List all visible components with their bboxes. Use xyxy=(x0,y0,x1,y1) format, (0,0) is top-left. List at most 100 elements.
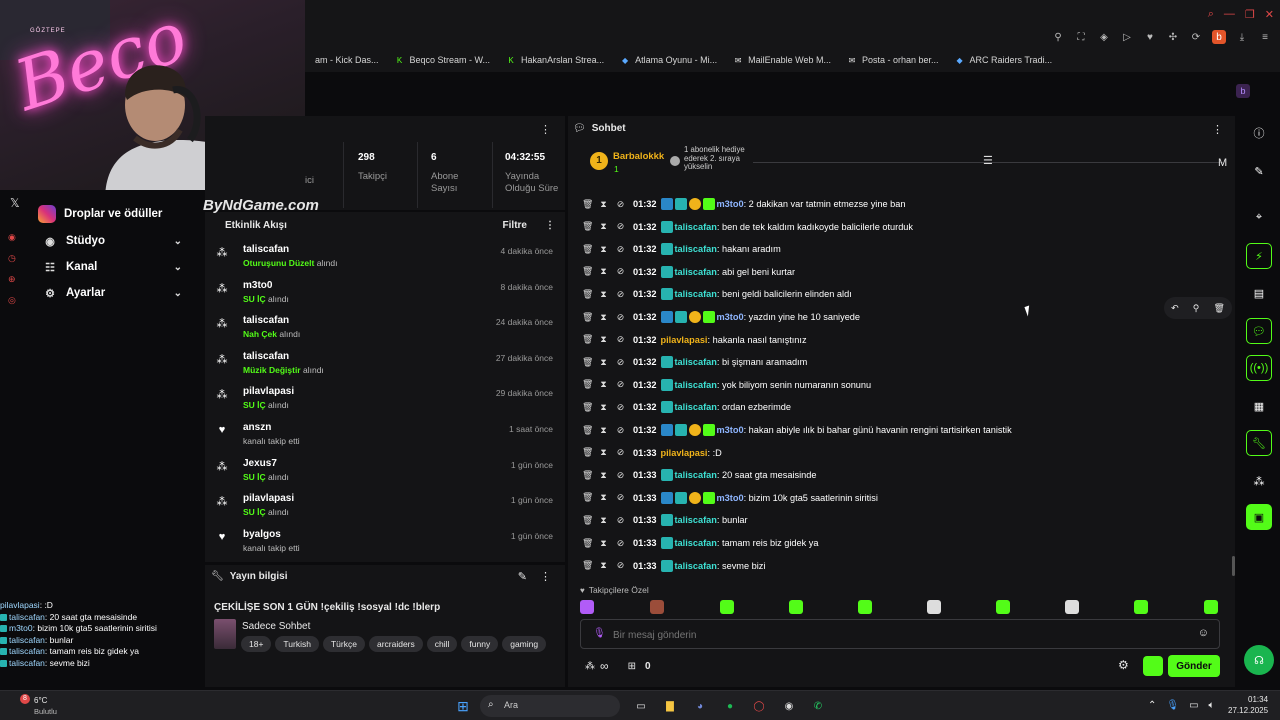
search-icon[interactable]: ⌕ xyxy=(1208,8,1214,21)
delete-icon[interactable]: 🗑︎ xyxy=(582,221,593,232)
message-user[interactable]: taliscafan xyxy=(675,222,717,232)
delete-icon[interactable]: 🗑︎ xyxy=(582,560,593,571)
pin-icon[interactable]: ⚲ xyxy=(1051,30,1065,44)
chat-message[interactable]: 🗑︎ ⧗ ⊘ 01:32 taliscafan: yok biliyom senin n… xyxy=(582,374,871,396)
activity-user[interactable]: byalgos xyxy=(243,523,557,540)
stream-tag[interactable]: Türkçe xyxy=(322,636,365,652)
message-user[interactable]: taliscafan xyxy=(675,380,717,390)
taskbar-search[interactable]: ⌕ Ara xyxy=(480,695,620,717)
opera-icon[interactable]: ◯ xyxy=(750,697,768,715)
chat-message[interactable]: 🗑︎ ⧗ ⊘ 01:32 m3to0: hakan abiyle ılık bi bah… xyxy=(582,419,1012,441)
ban-icon[interactable]: ⊘ xyxy=(616,470,625,481)
message-user[interactable]: taliscafan xyxy=(675,561,717,571)
pencil-icon[interactable]: ✎ xyxy=(1246,158,1272,184)
whatsapp-icon[interactable]: ✆ xyxy=(809,697,827,715)
delete-icon[interactable]: 🗑︎ xyxy=(582,425,593,436)
message-user[interactable]: taliscafan xyxy=(675,357,717,367)
discord-icon[interactable]: ◕ xyxy=(691,697,709,715)
kick-logo-icon[interactable]: b xyxy=(1236,84,1250,98)
info-icon[interactable]: ⓘ xyxy=(1246,120,1272,146)
message-user[interactable]: m3to0 xyxy=(717,199,744,209)
delete-icon[interactable]: 🗑︎ xyxy=(582,447,593,458)
emote-icon[interactable] xyxy=(1065,600,1079,614)
emoji-icon[interactable]: ☺ xyxy=(1198,627,1209,639)
chat-message[interactable]: 🗑︎ ⧗ ⊘ 01:32 taliscafan: ordan ezberimde xyxy=(582,396,791,418)
chat-scrollbar[interactable] xyxy=(1232,556,1235,576)
obs-icon[interactable]: ◉ xyxy=(780,697,798,715)
spotify-icon[interactable]: ● xyxy=(721,697,739,715)
bookmark-item[interactable]: K Beqco Stream - W... xyxy=(387,55,499,65)
chat-message[interactable]: 🗑︎ ⧗ ⊘ 01:32 taliscafan: beni geldi balicile… xyxy=(582,283,852,305)
volume-icon[interactable]: 🔈︎ xyxy=(1209,700,1215,711)
message-user[interactable]: taliscafan xyxy=(675,538,717,548)
leader-name[interactable]: Barbalokkk xyxy=(613,151,664,162)
chat-message[interactable]: 🗑︎ ⧗ ⊘ 01:32 taliscafan: abi gel beni kurtar xyxy=(582,261,795,283)
timeout-icon[interactable]: ⧗ xyxy=(599,538,608,549)
wrench-icon[interactable]: 🔧︎ xyxy=(1246,430,1272,456)
lightning-icon[interactable]: ⚡︎ xyxy=(1246,243,1272,269)
layout-icon[interactable]: ▦ xyxy=(1246,393,1272,419)
timeout-icon[interactable]: ⧗ xyxy=(599,357,608,368)
send-button[interactable]: Gönder xyxy=(1168,655,1220,677)
ban-icon[interactable]: ⊘ xyxy=(616,221,625,232)
record-icon[interactable]: ◉ xyxy=(8,232,16,243)
ban-icon[interactable]: ⊘ xyxy=(616,538,625,549)
emote-icon[interactable] xyxy=(1134,600,1148,614)
target-icon[interactable]: ⌖ xyxy=(1246,204,1272,230)
ban-icon[interactable]: ⊘ xyxy=(616,334,625,345)
delete-icon[interactable]: 🗑︎ xyxy=(582,470,593,481)
timeout-icon[interactable]: ⧗ xyxy=(599,312,608,323)
delete-icon[interactable]: 🗑︎ xyxy=(1213,303,1224,314)
bookmark-item[interactable]: K HakanArslan Strea... xyxy=(498,55,612,65)
emote-icon[interactable] xyxy=(580,600,594,614)
emote-icon[interactable] xyxy=(720,600,734,614)
message-user[interactable]: pilavlapasi xyxy=(661,448,708,458)
timeout-icon[interactable]: ⧗ xyxy=(599,402,608,413)
emote-icon[interactable] xyxy=(650,600,664,614)
ban-icon[interactable]: ⊘ xyxy=(616,515,625,526)
ban-icon[interactable]: ⊘ xyxy=(616,199,625,210)
menu-icon[interactable]: ≡ xyxy=(1258,30,1272,44)
edit-icon[interactable]: ✎ xyxy=(518,570,527,583)
chat-message[interactable]: 🗑︎ ⧗ ⊘ 01:32 pilavlapasi: hakanla nasıl tanı… xyxy=(582,329,807,351)
delete-icon[interactable]: 🗑︎ xyxy=(582,312,593,323)
more-icon[interactable]: ⋮ xyxy=(1212,123,1223,136)
sidebar-item-ayarlar[interactable]: ⚙ Ayarlar ⌄ xyxy=(44,280,194,306)
ban-icon[interactable]: ⊘ xyxy=(616,379,625,390)
chat-message[interactable]: 🗑︎ ⧗ ⊘ 01:33 taliscafan: sevme bizi xyxy=(582,555,765,573)
timeout-icon[interactable]: ⧗ xyxy=(599,560,608,571)
delete-icon[interactable]: 🗑︎ xyxy=(582,266,593,277)
chat-message[interactable]: 🗑︎ ⧗ ⊘ 01:33 m3to0: bizim 10k gta5 saatlerin… xyxy=(582,487,878,509)
gift-box-icon[interactable]: ⊞ xyxy=(628,661,636,672)
more-icon[interactable]: ⋮ xyxy=(540,570,551,583)
emote-icon[interactable] xyxy=(789,600,803,614)
screenshot-icon[interactable]: ⛶ xyxy=(1074,30,1088,44)
delete-icon[interactable]: 🗑︎ xyxy=(582,538,593,549)
kick-app-icon[interactable]: ▣ xyxy=(1246,504,1272,530)
profile-icon[interactable]: b xyxy=(1212,30,1226,44)
windows-start-icon[interactable]: ⊞ xyxy=(454,697,472,715)
message-user[interactable]: taliscafan xyxy=(675,289,717,299)
delete-icon[interactable]: 🗑︎ xyxy=(582,402,593,413)
timeout-icon[interactable]: ⧗ xyxy=(599,470,608,481)
chat-bubble-icon[interactable]: 💬︎ xyxy=(1246,318,1272,344)
pin-icon[interactable]: ⚲ xyxy=(1193,303,1200,314)
task-view-icon[interactable]: ▭ xyxy=(632,697,650,715)
download-icon[interactable]: ⤓ xyxy=(1235,30,1249,44)
filter-button[interactable]: Filtre xyxy=(503,220,527,231)
more-icon[interactable]: ⋮ xyxy=(545,220,555,231)
timeout-icon[interactable]: ⧗ xyxy=(599,334,608,345)
drops-icon[interactable]: ⁂ xyxy=(585,661,595,672)
bookmark-item[interactable]: ◆ ARC Raiders Tradi... xyxy=(947,55,1061,65)
support-icon[interactable]: ☊ xyxy=(1244,645,1274,675)
shield-icon[interactable]: ◈ xyxy=(1097,30,1111,44)
clock-time[interactable]: 01:34 xyxy=(1248,695,1268,704)
message-user[interactable]: taliscafan xyxy=(675,470,717,480)
delete-icon[interactable]: 🗑︎ xyxy=(582,334,593,345)
minimize-icon[interactable]: — xyxy=(1224,8,1235,21)
category-name[interactable]: Sadece Sohbet xyxy=(242,621,310,632)
delete-icon[interactable]: 🗑︎ xyxy=(582,379,593,390)
mic-icon[interactable]: 🎙︎ xyxy=(1166,700,1179,711)
delete-icon[interactable]: 🗑︎ xyxy=(582,357,593,368)
timeout-icon[interactable]: ⧗ xyxy=(599,515,608,526)
